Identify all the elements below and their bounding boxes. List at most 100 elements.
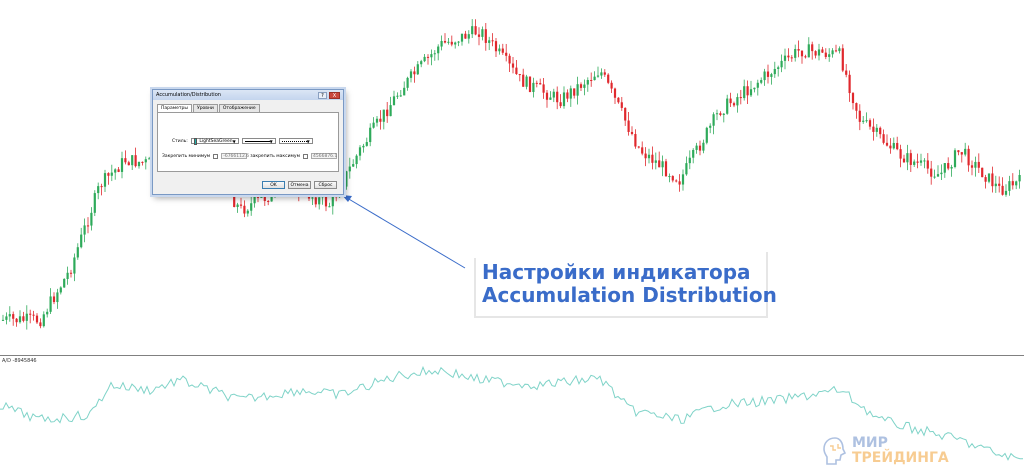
candle-body xyxy=(1008,181,1011,191)
candle-body xyxy=(909,153,912,165)
candle-body xyxy=(437,46,440,54)
candle-body xyxy=(246,210,249,214)
candle-body xyxy=(923,160,926,162)
candle-body xyxy=(63,278,66,288)
candle-body xyxy=(69,272,73,274)
candle-body xyxy=(243,205,246,214)
candle-body xyxy=(753,87,756,90)
candle-body xyxy=(593,76,596,81)
candle-body xyxy=(926,160,929,169)
candle-body xyxy=(141,161,144,163)
candle-body xyxy=(107,173,110,176)
candle-body xyxy=(899,149,902,159)
candle-body xyxy=(841,48,844,71)
candle-body xyxy=(719,113,722,115)
candle-body xyxy=(773,68,776,75)
candle-body xyxy=(862,120,865,122)
tab-parameters[interactable]: Параметры xyxy=(157,104,192,112)
candle-body xyxy=(127,162,130,166)
fix-max-checkbox[interactable] xyxy=(303,153,308,159)
candle-body xyxy=(957,150,960,153)
cancel-button[interactable]: Отмена xyxy=(288,181,311,189)
candle-body xyxy=(722,113,725,115)
brain-head-icon xyxy=(823,437,847,465)
logo-line-2: ТРЕЙДИНГА xyxy=(852,450,949,466)
candle-body xyxy=(651,154,654,163)
annotation-line-2: Accumulation Distribution xyxy=(482,283,777,307)
candle-body xyxy=(743,86,746,99)
candle-body xyxy=(977,161,980,168)
candle-body xyxy=(32,314,35,316)
candle-body xyxy=(66,272,69,279)
candle-body xyxy=(906,153,909,163)
candle-body xyxy=(777,67,780,69)
candle-body xyxy=(103,173,107,187)
candle-body xyxy=(947,163,950,169)
candle-body xyxy=(678,181,681,185)
candle-body xyxy=(508,55,511,64)
indicator-settings-dialog[interactable]: Accumulation/Distribution ? X Параметры … xyxy=(152,89,344,195)
candle-body xyxy=(552,91,555,98)
brand-logo: МИР ТРЕЙДИНГА xyxy=(822,432,949,470)
candle-body xyxy=(399,95,402,97)
candle-body xyxy=(760,80,763,83)
line-width-select[interactable]: ▼ xyxy=(278,138,313,144)
style-row: Стиль: LightSeaGreen ▼ ▼ ▼ xyxy=(172,137,313,145)
ok-button[interactable]: OK xyxy=(262,181,285,189)
candle-body xyxy=(447,41,450,43)
tab-display[interactable]: Отображение xyxy=(218,104,260,112)
candle-body xyxy=(763,71,766,81)
fix-min-input[interactable]: -6766112.6 xyxy=(221,153,249,159)
candle-body xyxy=(260,196,263,198)
candle-body xyxy=(845,70,848,75)
candle-body xyxy=(960,152,963,155)
candle-body xyxy=(535,82,538,84)
fix-max-input[interactable]: 4566876.1 xyxy=(311,153,337,159)
candle-body xyxy=(450,41,453,45)
candle-body xyxy=(950,166,953,169)
candle-body xyxy=(460,33,464,42)
candle-body xyxy=(331,194,334,207)
candle-body xyxy=(15,318,18,323)
candle-body xyxy=(488,40,491,43)
candle-body xyxy=(794,49,797,58)
candle-body xyxy=(549,97,552,100)
help-button[interactable]: ? xyxy=(318,91,327,99)
candle-body xyxy=(477,34,481,37)
tab-levels[interactable]: Уровни xyxy=(192,104,218,112)
candle-body xyxy=(131,155,134,166)
line-style-select[interactable]: ▼ xyxy=(241,138,276,144)
color-select[interactable]: LightSeaGreen ▼ xyxy=(190,137,239,145)
candle-body xyxy=(889,145,892,149)
reset-button[interactable]: Сброс xyxy=(314,181,337,189)
indicator-label: A/D -8945846 xyxy=(2,358,37,364)
price-chart[interactable] xyxy=(0,0,1024,473)
dialog-buttons: OK Отмена Сброс xyxy=(262,181,337,189)
dialog-titlebar[interactable]: Accumulation/Distribution ? X xyxy=(153,90,343,100)
candle-body xyxy=(817,49,821,56)
candle-body xyxy=(471,26,474,35)
candle-body xyxy=(834,50,838,52)
candle-body xyxy=(695,145,698,150)
close-button[interactable]: X xyxy=(329,91,340,99)
candle-body xyxy=(681,174,685,185)
candle-body xyxy=(120,158,124,172)
candle-body xyxy=(851,93,855,104)
candle-body xyxy=(590,80,593,82)
candle-body xyxy=(1004,190,1008,195)
candle-body xyxy=(420,61,423,65)
annotation-accent-bar xyxy=(474,258,476,316)
candle-body xyxy=(1,319,5,321)
fix-min-checkbox[interactable] xyxy=(213,153,219,159)
candle-body xyxy=(576,84,579,96)
candle-body xyxy=(318,197,321,205)
candle-body xyxy=(617,97,620,103)
candle-body xyxy=(709,125,712,128)
candle-body xyxy=(362,145,365,148)
candle-body xyxy=(413,71,416,75)
candle-body xyxy=(12,314,15,319)
candle-body xyxy=(787,55,790,58)
candle-body xyxy=(919,160,923,163)
candle-body xyxy=(896,142,899,150)
candle-body xyxy=(76,247,79,258)
